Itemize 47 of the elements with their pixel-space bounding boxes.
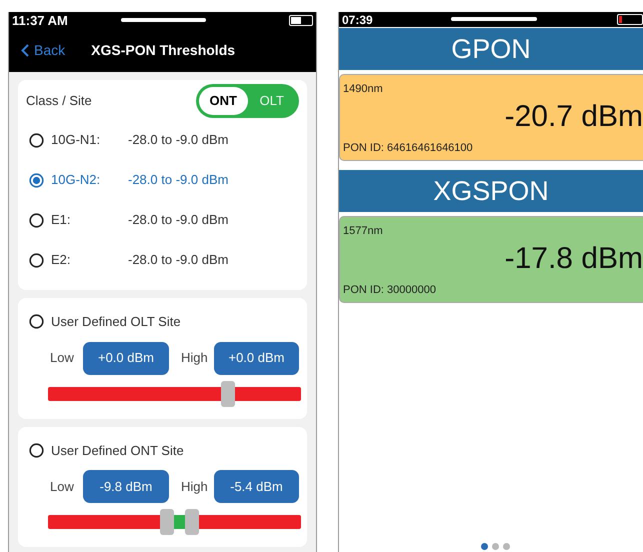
- status-time: 11:37 AM: [12, 14, 68, 27]
- radio-button[interactable]: [29, 212, 44, 228]
- high-value-button[interactable]: -5.4 dBm: [214, 470, 299, 503]
- back-button[interactable]: Back: [21, 40, 66, 61]
- section-header: GPON: [339, 28, 643, 70]
- radio-button[interactable]: [29, 172, 44, 188]
- high-label: High: [181, 478, 209, 496]
- screen-title: XGS-PON Thresholds: [91, 41, 236, 60]
- power-reading: -17.8 dBm: [504, 244, 643, 274]
- option-name: E2:: [51, 251, 72, 270]
- low-value-button[interactable]: -9.8 dBm: [83, 470, 169, 503]
- battery-icon: [289, 15, 313, 26]
- option-name: E1:: [51, 211, 72, 230]
- radio-button[interactable]: [29, 132, 44, 148]
- site-label: User Defined ONT Site: [51, 442, 184, 460]
- ont-olt-toggle[interactable]: ONT OLT: [196, 84, 299, 118]
- section-header: XGSPON: [339, 170, 643, 212]
- slider-thumb[interactable]: [160, 509, 174, 535]
- pon-id: PON ID: 30000000: [343, 282, 436, 298]
- section-label: Class / Site: [26, 92, 92, 110]
- slider-thumb[interactable]: [185, 509, 200, 535]
- radio-button[interactable]: [29, 314, 44, 330]
- option-range: -28.0 to -9.0 dBm: [128, 131, 228, 150]
- option-range: -28.0 to -9.0 dBm: [128, 171, 228, 190]
- back-chevron-icon: [21, 44, 29, 57]
- option-range: -28.0 to -9.0 dBm: [128, 251, 228, 270]
- status-time: 07:39: [342, 14, 373, 26]
- radio-button[interactable]: [29, 252, 44, 268]
- high-value-button[interactable]: +0.0 dBm: [214, 342, 299, 374]
- radio-button[interactable]: [29, 442, 44, 458]
- option-name: 10G-N1:: [51, 131, 102, 150]
- range-slider[interactable]: [48, 509, 301, 535]
- low-value-button[interactable]: +0.0 dBm: [83, 342, 169, 374]
- option-range: -28.0 to -9.0 dBm: [128, 211, 228, 230]
- high-label: High: [181, 349, 209, 368]
- low-label: Low: [50, 478, 75, 496]
- site-label: User Defined OLT Site: [51, 313, 181, 331]
- wavelength-label: 1577nm: [343, 224, 383, 239]
- low-label: Low: [50, 349, 75, 368]
- range-slider[interactable]: [48, 380, 301, 406]
- battery-icon: [617, 14, 643, 25]
- power-reading: -20.7 dBm: [504, 102, 643, 132]
- toggle-option[interactable]: ONT: [199, 87, 248, 115]
- option-name: 10G-N2:: [51, 171, 102, 190]
- pon-id: PON ID: 64616461646100: [343, 140, 473, 156]
- slider-thumb[interactable]: [220, 380, 235, 406]
- wavelength-label: 1490nm: [343, 82, 383, 97]
